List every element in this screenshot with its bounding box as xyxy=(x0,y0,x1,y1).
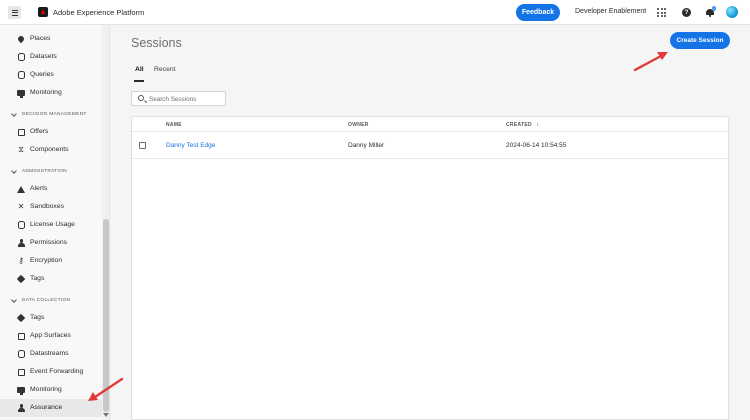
chevron-down-icon xyxy=(11,297,17,303)
column-header-owner[interactable]: OWNER xyxy=(348,122,369,128)
page-title: Sessions xyxy=(131,36,182,50)
sidebar-item-tags[interactable]: Tags xyxy=(0,309,102,327)
create-session-button[interactable]: Create Session xyxy=(670,32,730,49)
sidebar-item-encryption[interactable]: ⚷ Encryption xyxy=(0,252,102,270)
sidebar-item-datasets[interactable]: Datasets xyxy=(0,48,102,66)
app-title[interactable]: Adobe Experience Platform xyxy=(53,8,144,17)
tab-list: All Recent xyxy=(135,66,735,81)
sidebar-item-label: Datastreams xyxy=(30,350,69,357)
row-checkbox[interactable] xyxy=(139,142,146,149)
tab-all[interactable]: All xyxy=(135,66,144,73)
section-administration[interactable]: ADMINISTRATION xyxy=(0,166,102,178)
session-created: 2024-06-14 10:54:55 xyxy=(506,142,567,149)
sidebar-item-label: Tags xyxy=(30,275,45,282)
sidebar-item-components[interactable]: ⧖ Components xyxy=(0,141,102,159)
session-owner: Danny Miller xyxy=(348,142,385,149)
sidebar-item-label: Components xyxy=(30,146,69,153)
scroll-down-arrow-icon[interactable] xyxy=(103,413,109,417)
column-header-created[interactable]: CREATED xyxy=(506,122,532,128)
sidebar-item-datastreams[interactable]: Datastreams xyxy=(0,345,102,363)
sidebar-scroll-thumb[interactable] xyxy=(103,219,109,412)
section-label: DECISION MANAGEMENT xyxy=(22,112,87,117)
sidebar-item-monitoring-dc[interactable]: Monitoring xyxy=(0,381,102,399)
sidebar-item-label: Permissions xyxy=(30,239,68,246)
sidebar-item-label: Monitoring xyxy=(30,386,62,393)
sidebar-item-offers[interactable]: Offers xyxy=(0,123,102,141)
monitor-icon xyxy=(17,89,25,98)
database-icon xyxy=(17,53,25,61)
chevron-down-icon xyxy=(11,168,17,174)
notification-dot xyxy=(711,6,716,11)
sidebar-item-monitoring[interactable]: Monitoring xyxy=(0,84,102,102)
avatar[interactable] xyxy=(726,6,738,18)
tag-icon xyxy=(16,313,26,323)
sidebar-item-queries[interactable]: Queries xyxy=(0,66,102,84)
sidebar-item-sandboxes[interactable]: ✕ Sandboxes xyxy=(0,198,102,216)
license-icon xyxy=(17,221,25,229)
adobe-logo-icon[interactable] xyxy=(38,7,48,17)
menu-icon[interactable] xyxy=(8,6,21,19)
datastreams-icon xyxy=(17,350,25,358)
sidebar-item-permissions[interactable]: Permissions xyxy=(0,234,102,252)
table-row[interactable]: Danny Test Edge Danny Miller 2024-06-14 … xyxy=(132,131,728,159)
column-header-name[interactable]: NAME xyxy=(166,122,182,128)
apps-grid-icon[interactable] xyxy=(657,8,666,17)
sidebar-item-label: Datasets xyxy=(30,53,57,60)
sidebar-item-app-surfaces[interactable]: App Surfaces xyxy=(0,327,102,345)
components-icon: ⧖ xyxy=(18,145,24,154)
section-label: ADMINISTRATION xyxy=(22,169,67,174)
sidebar-item-label: Offers xyxy=(30,128,49,135)
section-label: DATA COLLECTION xyxy=(22,298,71,303)
help-icon[interactable]: ? xyxy=(682,8,691,17)
sidebar-item-label: App Surfaces xyxy=(30,332,71,339)
database-icon xyxy=(17,71,25,79)
alert-icon xyxy=(17,185,25,193)
sessions-table: NAME OWNER CREATED ↓ Danny Test Edge Dan… xyxy=(131,116,729,420)
chevron-down-icon xyxy=(11,111,17,117)
top-bar: Adobe Experience Platform Feedback Devel… xyxy=(0,0,750,25)
sidebar-item-label: Tags xyxy=(30,314,45,321)
tag-icon xyxy=(16,274,26,284)
search-field[interactable] xyxy=(131,91,226,106)
pin-icon xyxy=(16,34,26,44)
section-data-collection[interactable]: DATA COLLECTION xyxy=(0,295,102,307)
active-tab-indicator xyxy=(134,80,144,82)
sidebar-item-label: License Usage xyxy=(30,221,75,228)
sidebar-item-license-usage[interactable]: License Usage xyxy=(0,216,102,234)
org-switcher[interactable]: Developer Enablement xyxy=(575,8,646,15)
sidebar-item-places[interactable]: Places xyxy=(0,30,102,48)
sidebar-item-label: Assurance xyxy=(30,404,63,411)
app-surfaces-icon xyxy=(17,332,25,340)
person-icon xyxy=(17,239,25,247)
sidebar-item-label: Places xyxy=(30,35,51,42)
sidebar-item-event-forwarding[interactable]: Event Forwarding xyxy=(0,363,102,381)
sort-descending-icon[interactable]: ↓ xyxy=(536,121,539,128)
assurance-icon xyxy=(17,404,25,412)
sidebar-item-tags-admin[interactable]: Tags xyxy=(0,270,102,288)
sidebar-item-label: Sandboxes xyxy=(30,203,65,210)
tab-recent[interactable]: Recent xyxy=(154,66,176,73)
search-input[interactable] xyxy=(149,93,224,105)
notifications-bell-icon[interactable] xyxy=(706,6,716,17)
monitor-icon xyxy=(17,386,25,395)
search-icon xyxy=(138,95,144,101)
session-name-link[interactable]: Danny Test Edge xyxy=(166,142,215,149)
key-icon: ⚷ xyxy=(18,256,24,265)
event-forwarding-icon xyxy=(17,368,25,376)
tools-icon: ✕ xyxy=(17,202,25,211)
sidebar-item-alerts[interactable]: Alerts xyxy=(0,180,102,198)
sidebar-item-assurance[interactable]: Assurance xyxy=(0,399,102,417)
sidebar-item-label: Alerts xyxy=(30,185,48,192)
sidebar-item-label: Queries xyxy=(30,71,54,78)
feedback-button[interactable]: Feedback xyxy=(516,4,560,21)
sidebar-item-label: Encryption xyxy=(30,257,63,264)
sidebar: Places Datasets Queries Monitoring DECIS… xyxy=(0,25,110,420)
offers-icon xyxy=(17,128,25,136)
section-decision-management[interactable]: DECISION MANAGEMENT xyxy=(0,109,102,121)
sidebar-item-label: Event Forwarding xyxy=(30,368,84,375)
sidebar-item-label: Monitoring xyxy=(30,89,62,96)
